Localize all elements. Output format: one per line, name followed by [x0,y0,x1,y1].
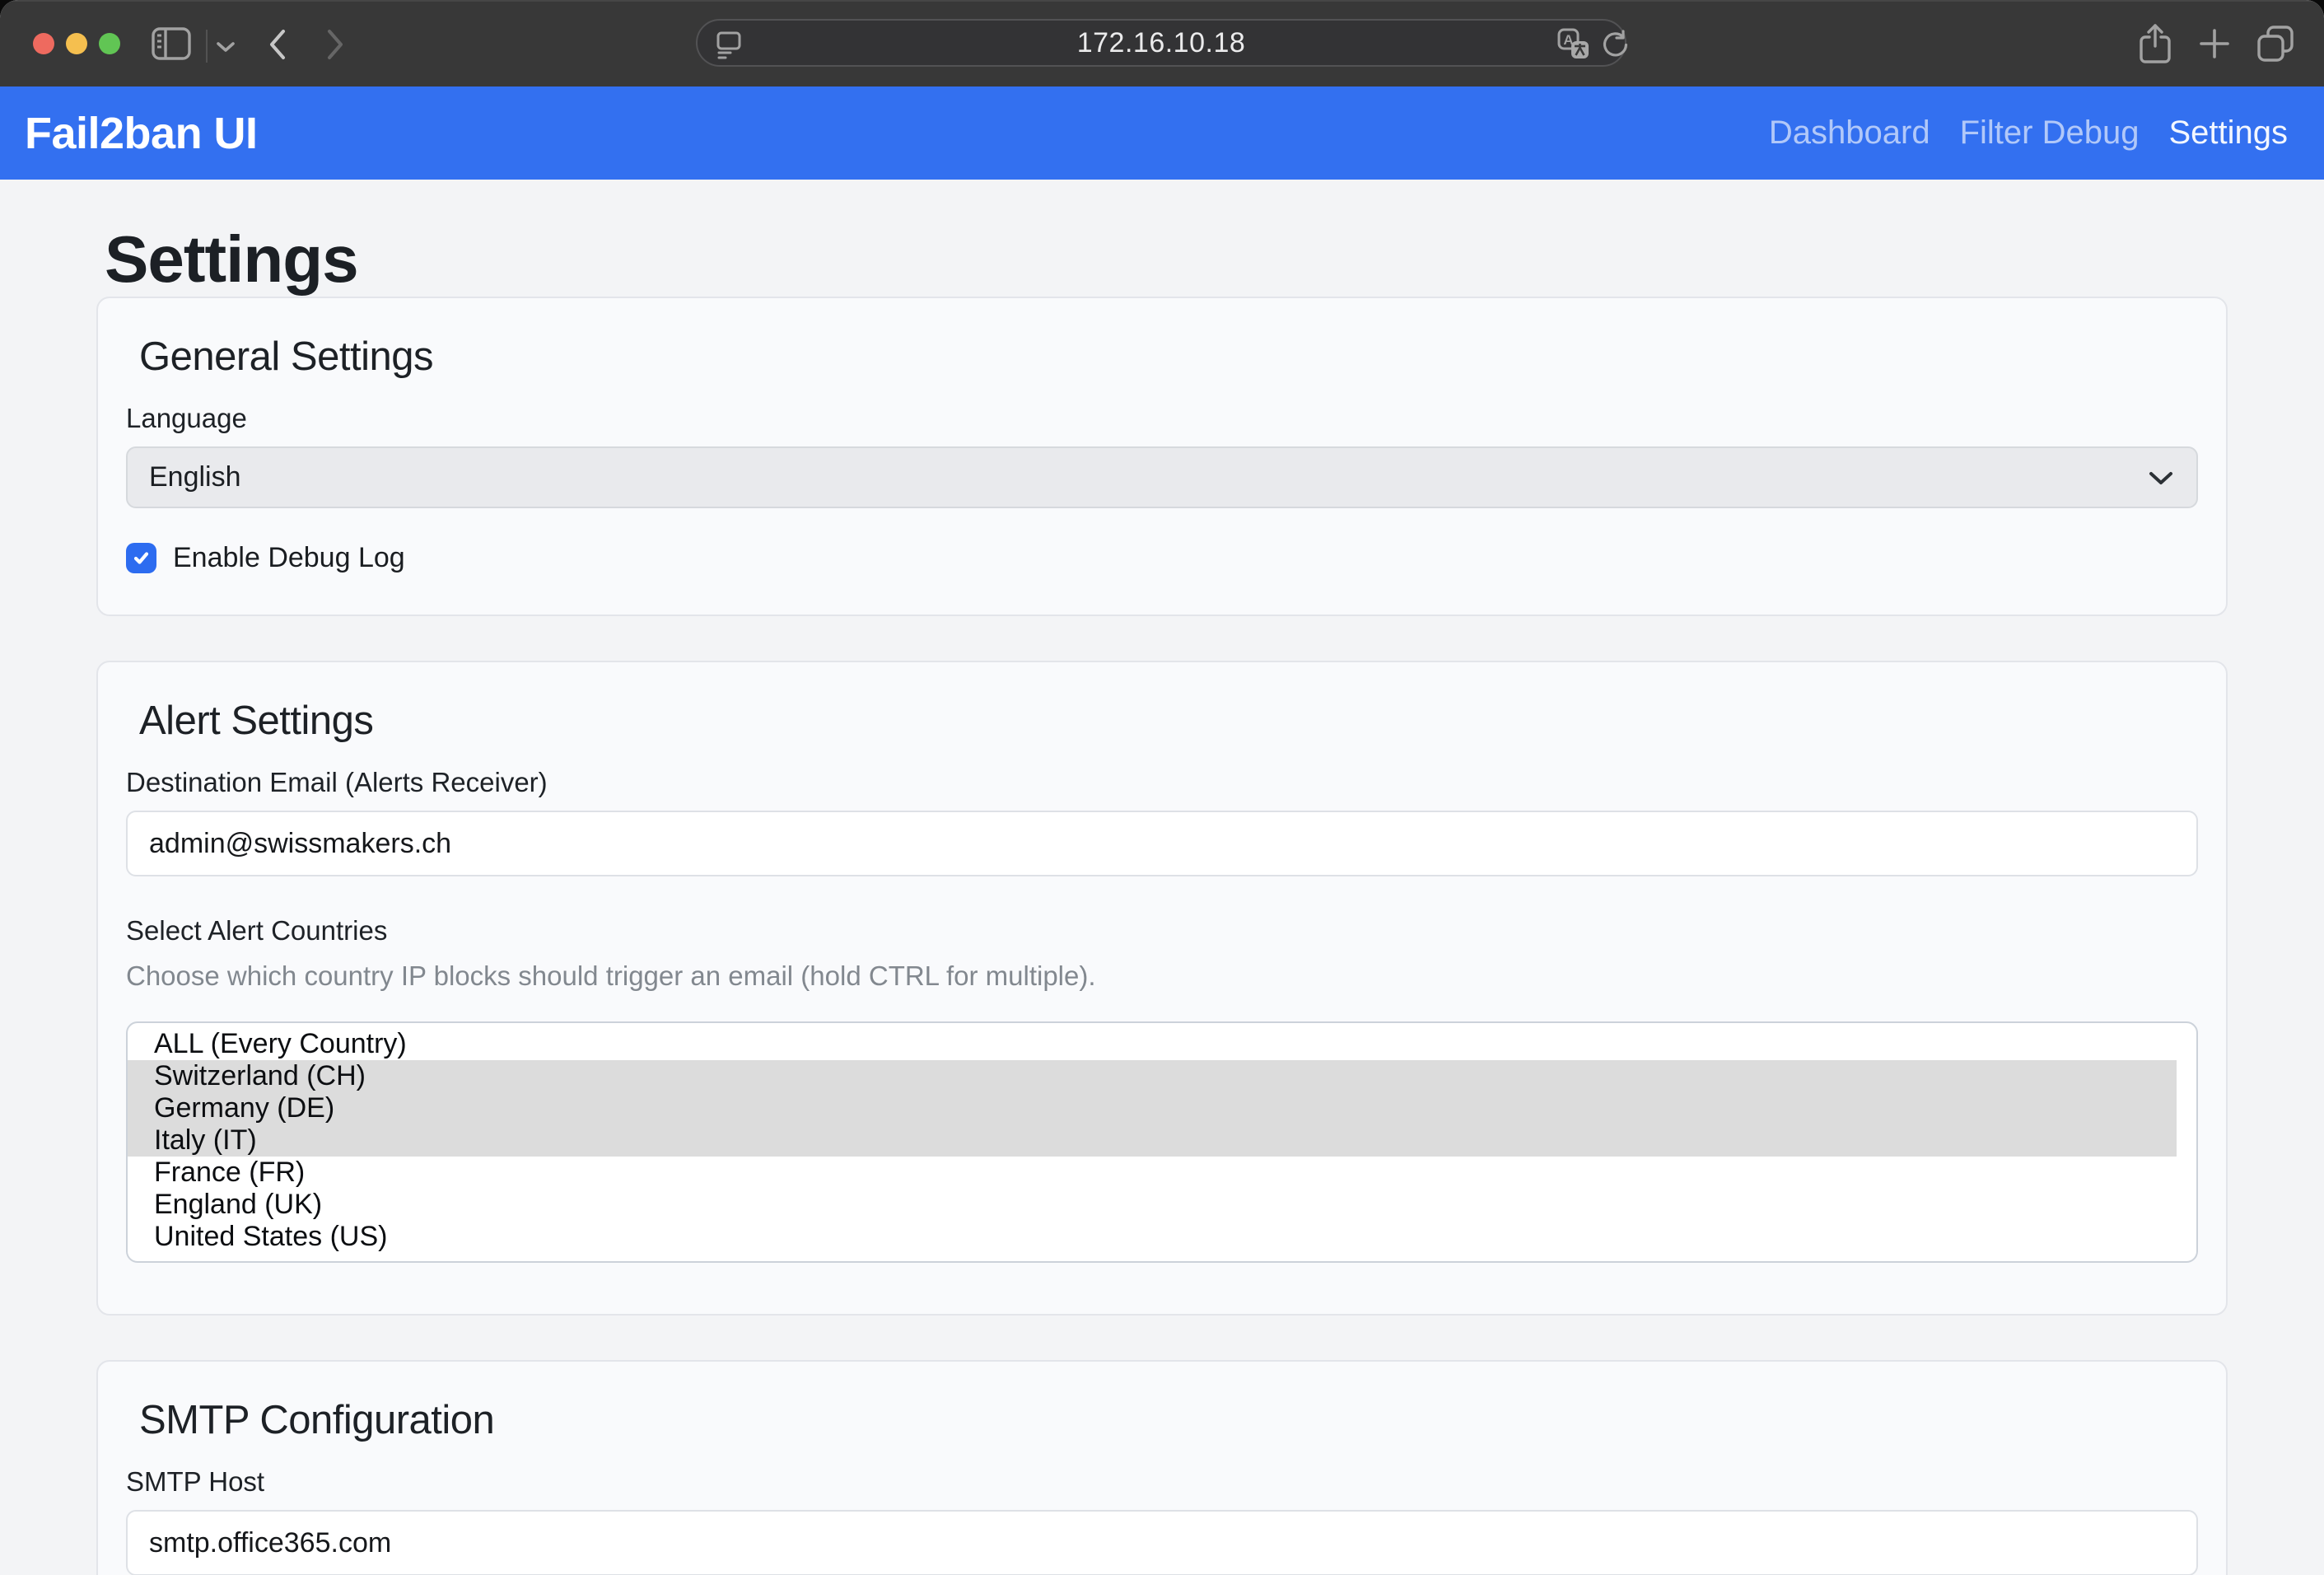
zoom-window-button[interactable] [99,33,120,54]
debug-log-row: Enable Debug Log [126,542,2198,573]
country-option[interactable]: England (UK) [128,1189,2177,1221]
nav-link[interactable]: Filter Debug [1960,115,2140,152]
smtp-configuration-heading: SMTP Configuration [139,1396,2198,1444]
destination-email-label: Destination Email (Alerts Receiver) [126,766,2198,799]
chevron-down-icon[interactable] [216,41,236,53]
smtp-configuration-card: SMTP Configuration SMTP Host [96,1360,2228,1575]
forward-icon[interactable] [326,29,344,60]
general-settings-heading: General Settings [139,333,2198,381]
address-bar[interactable]: 172.16.10.18 A [696,19,1626,67]
debug-checkbox[interactable] [126,543,156,573]
reload-icon[interactable] [1600,30,1630,59]
general-settings-card: General Settings Language English Enable… [96,297,2228,616]
smtp-host-input[interactable] [126,1510,2198,1575]
country-option[interactable]: United States (US) [128,1221,2177,1253]
url-text[interactable]: 172.16.10.18 [698,21,1625,65]
language-select-value: English [149,461,241,493]
settings-page: Settings General Settings Language Engli… [0,180,2324,1575]
close-window-button[interactable] [33,33,54,54]
language-select[interactable]: English [126,446,2198,508]
new-tab-icon[interactable] [2199,28,2230,59]
window-controls [33,33,120,54]
country-option[interactable]: France (FR) [128,1157,2177,1189]
app-brand[interactable]: Fail2ban UI [25,108,258,159]
app-navbar: Fail2ban UI Dashboard Filter Debug Setting… [0,86,2324,180]
country-option[interactable]: Germany (DE) [128,1092,2177,1124]
smtp-host-label: SMTP Host [126,1465,2198,1498]
alert-settings-heading: Alert Settings [139,697,2198,745]
translate-icon[interactable]: A [1557,28,1590,61]
sidebar-icon[interactable] [152,27,191,60]
share-icon[interactable] [2138,23,2172,64]
minimize-window-button[interactable] [66,33,87,54]
chevron-down-icon [2149,471,2173,485]
back-icon[interactable] [268,29,287,60]
country-option[interactable]: ALL (Every Country) [128,1028,2177,1060]
browser-window: 172.16.10.18 A [0,0,2324,1575]
page-title: Settings [105,222,2228,297]
tab-overview-icon[interactable] [2256,25,2294,63]
country-multiselect[interactable]: ALL (Every Country)Switzerland (CH)Germa… [126,1021,2198,1263]
alert-countries-label: Select Alert Countries [126,914,2198,947]
browser-toolbar: 172.16.10.18 A [0,0,2324,86]
debug-checkbox-label[interactable]: Enable Debug Log [173,542,405,574]
nav-link[interactable]: Settings [2168,115,2288,152]
alert-countries-help: Choose which country IP blocks should tr… [126,959,2198,993]
language-label: Language [126,402,2198,435]
alert-settings-card: Alert Settings Destination Email (Alerts… [96,661,2228,1316]
country-option[interactable]: Switzerland (CH) [128,1060,2177,1092]
destination-email-input[interactable] [126,811,2198,876]
nav-links: Dashboard Filter Debug Settings [1739,115,2288,152]
country-option[interactable]: Italy (IT) [128,1124,2177,1157]
toolbar-divider [206,30,208,63]
check-icon [133,549,150,567]
nav-link[interactable]: Dashboard [1769,115,1930,152]
